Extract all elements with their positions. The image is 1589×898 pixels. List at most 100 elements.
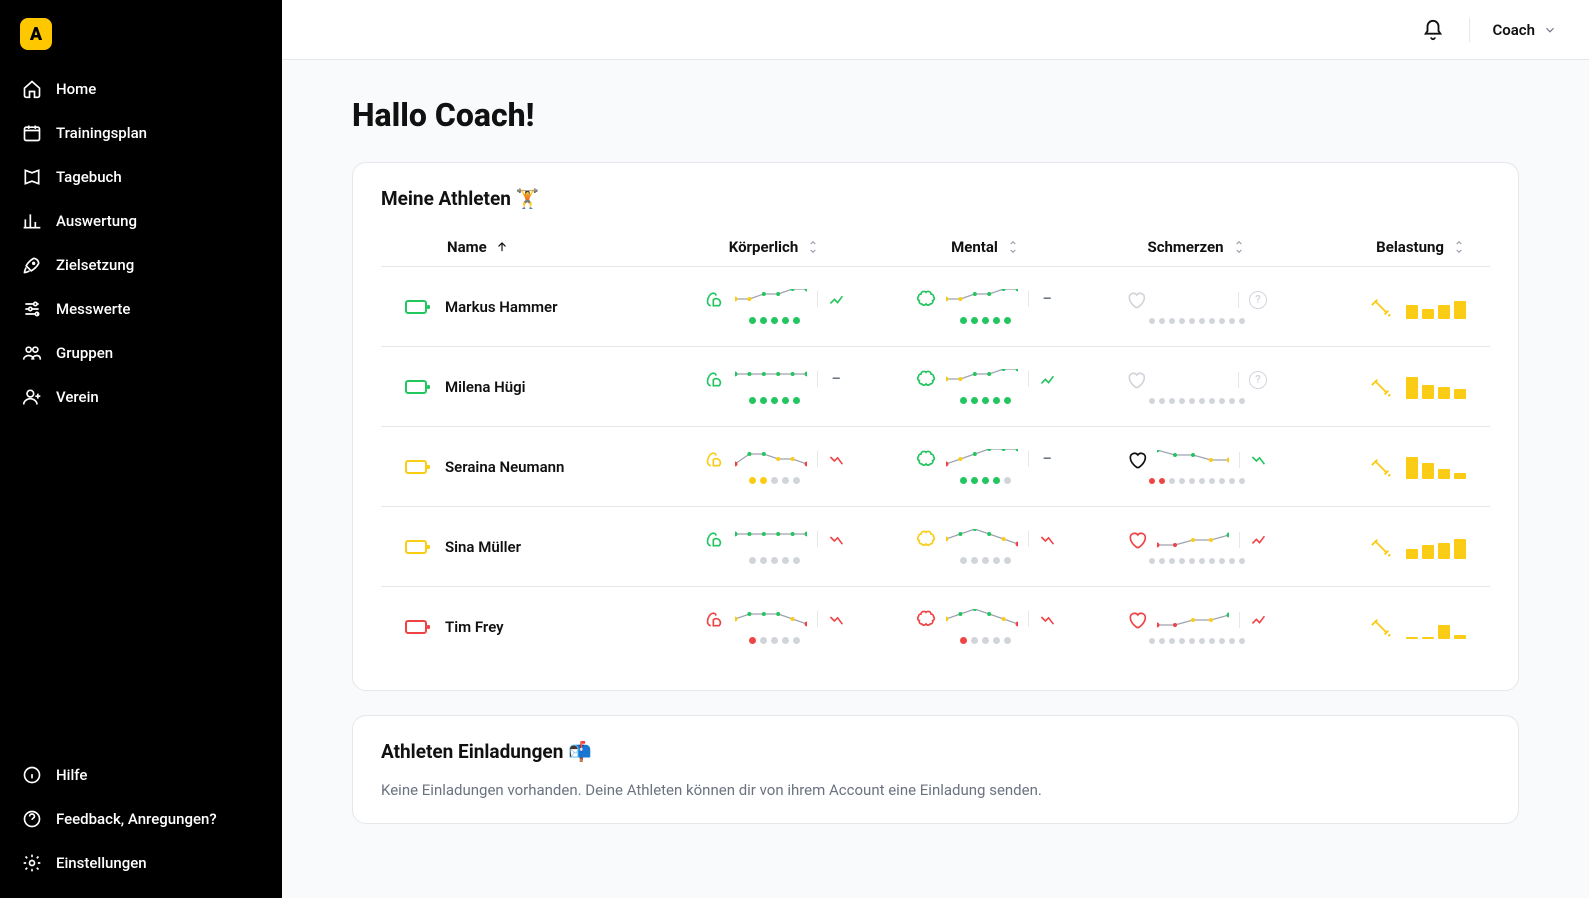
rating-dots <box>749 397 800 404</box>
pain-cell <box>1095 610 1298 644</box>
rating-dots <box>1149 558 1245 564</box>
sidebar-item-label: Einstellungen <box>56 854 147 872</box>
table-row[interactable]: Markus Hammer – ? <box>381 266 1490 346</box>
load-cell <box>1306 535 1466 559</box>
mental-icon <box>916 609 936 629</box>
dumbbell-icon <box>1370 456 1392 478</box>
sidebar-item-label: Zielsetzung <box>56 256 134 274</box>
rating-dots <box>749 557 800 564</box>
physical-icon <box>705 449 725 469</box>
load-cell <box>1306 375 1466 399</box>
load-bars <box>1406 295 1466 319</box>
sort-icon <box>1452 240 1466 254</box>
app-logo[interactable]: A <box>20 18 52 50</box>
dumbbell-icon <box>1370 296 1392 318</box>
rating-dots <box>960 477 1011 484</box>
mental-icon <box>916 369 936 389</box>
mental-cell <box>884 609 1087 644</box>
calendar-icon <box>22 123 42 143</box>
dumbbell-icon <box>1370 536 1392 558</box>
content: Hallo Coach! Meine Athleten 🏋️ Name Körp… <box>282 60 1589 884</box>
dumbbell-icon <box>1370 376 1392 398</box>
pain-cell <box>1095 530 1298 564</box>
topbar: Coach <box>282 0 1589 60</box>
sidebar-item-label: Gruppen <box>56 344 113 362</box>
rating-dots <box>1149 638 1245 644</box>
physical-cell <box>673 449 876 484</box>
athletes-table: Name Körperlich Mental Schmerzen <box>381 228 1490 666</box>
rating-dots <box>1149 398 1245 404</box>
mental-cell <box>884 529 1087 564</box>
trend-up-icon <box>1250 612 1266 628</box>
sidebar-item-gear[interactable]: Einstellungen <box>8 842 274 884</box>
rating-dots <box>960 397 1011 404</box>
sidebar-item-home[interactable]: Home <box>8 68 274 110</box>
sparkline-empty <box>1156 370 1228 390</box>
sort-icon <box>806 240 820 254</box>
table-body: Markus Hammer – ? <box>381 266 1490 666</box>
pain-icon <box>1127 610 1147 630</box>
trend-flat-icon: – <box>828 371 844 387</box>
col-pain[interactable]: Schmerzen <box>1095 238 1298 256</box>
athlete-name: Sina Müller <box>445 538 521 556</box>
mental-cell: – <box>884 289 1087 324</box>
trend-flat-icon: – <box>1039 291 1055 307</box>
trend-flat-icon: – <box>1039 451 1055 467</box>
battery-icon <box>405 460 427 474</box>
mental-icon <box>916 449 936 469</box>
pain-cell <box>1095 450 1298 484</box>
info-icon <box>22 765 42 785</box>
trend-up-icon <box>1250 532 1266 548</box>
trend-down-icon <box>1039 611 1055 627</box>
sidebar-item-label: Auswertung <box>56 212 137 230</box>
rating-dots <box>1149 478 1245 484</box>
question-icon <box>22 809 42 829</box>
rocket-icon <box>22 255 42 275</box>
trend-up-icon <box>1039 371 1055 387</box>
mental-icon <box>916 289 936 309</box>
physical-cell <box>673 289 876 324</box>
user-menu[interactable]: Coach <box>1488 15 1561 45</box>
invites-card-title: Athleten Einladungen 📬 <box>381 740 1490 763</box>
col-name[interactable]: Name <box>405 238 665 256</box>
notifications-button[interactable] <box>1415 12 1451 48</box>
sidebar-item-calendar[interactable]: Trainingsplan <box>8 112 274 154</box>
rating-dots <box>960 317 1011 324</box>
main-nav: HomeTrainingsplanTagebuch Auswertung Ziels… <box>0 68 282 418</box>
sparkline <box>946 449 1018 469</box>
mental-cell: – <box>884 449 1087 484</box>
sidebar-item-info[interactable]: Hilfe <box>8 754 274 796</box>
athlete-name: Milena Hügi <box>445 378 526 396</box>
table-row[interactable]: Sina Müller <box>381 506 1490 586</box>
sidebar-item-question[interactable]: Feedback, Anregungen? <box>8 798 274 840</box>
col-mental[interactable]: Mental <box>884 238 1087 256</box>
sidebar-item-user-plus[interactable]: Verein <box>8 376 274 418</box>
pain-icon <box>1127 530 1147 550</box>
table-row[interactable]: Milena Hügi – ? <box>381 346 1490 426</box>
trend-down-icon <box>828 451 844 467</box>
sidebar-item-rocket[interactable]: Zielsetzung <box>8 244 274 286</box>
table-row[interactable]: Seraina Neumann – <box>381 426 1490 506</box>
col-physical[interactable]: Körperlich <box>673 238 876 256</box>
rating-dots <box>749 317 800 324</box>
sidebar-item-sliders[interactable]: Messwerte <box>8 288 274 330</box>
col-load[interactable]: Belastung <box>1306 238 1466 256</box>
sparkline <box>946 609 1018 629</box>
sort-icon <box>1232 240 1246 254</box>
sidebar-item-label: Feedback, Anregungen? <box>56 810 217 828</box>
sort-icon <box>1006 240 1020 254</box>
physical-icon <box>705 369 725 389</box>
user-plus-icon <box>22 387 42 407</box>
sidebar-item-groups[interactable]: Gruppen <box>8 332 274 374</box>
rating-dots <box>1149 318 1245 324</box>
athletes-card-title: Meine Athleten 🏋️ <box>381 187 1490 210</box>
help-icon: ? <box>1249 291 1267 309</box>
sidebar-item-book[interactable]: Tagebuch <box>8 156 274 198</box>
sparkline <box>735 529 807 549</box>
chevron-down-icon <box>1543 23 1557 37</box>
table-row[interactable]: Tim Frey <box>381 586 1490 666</box>
physical-icon <box>705 289 725 309</box>
sidebar-item-chart[interactable]: Auswertung <box>8 200 274 242</box>
load-cell <box>1306 455 1466 479</box>
sparkline <box>735 289 807 309</box>
